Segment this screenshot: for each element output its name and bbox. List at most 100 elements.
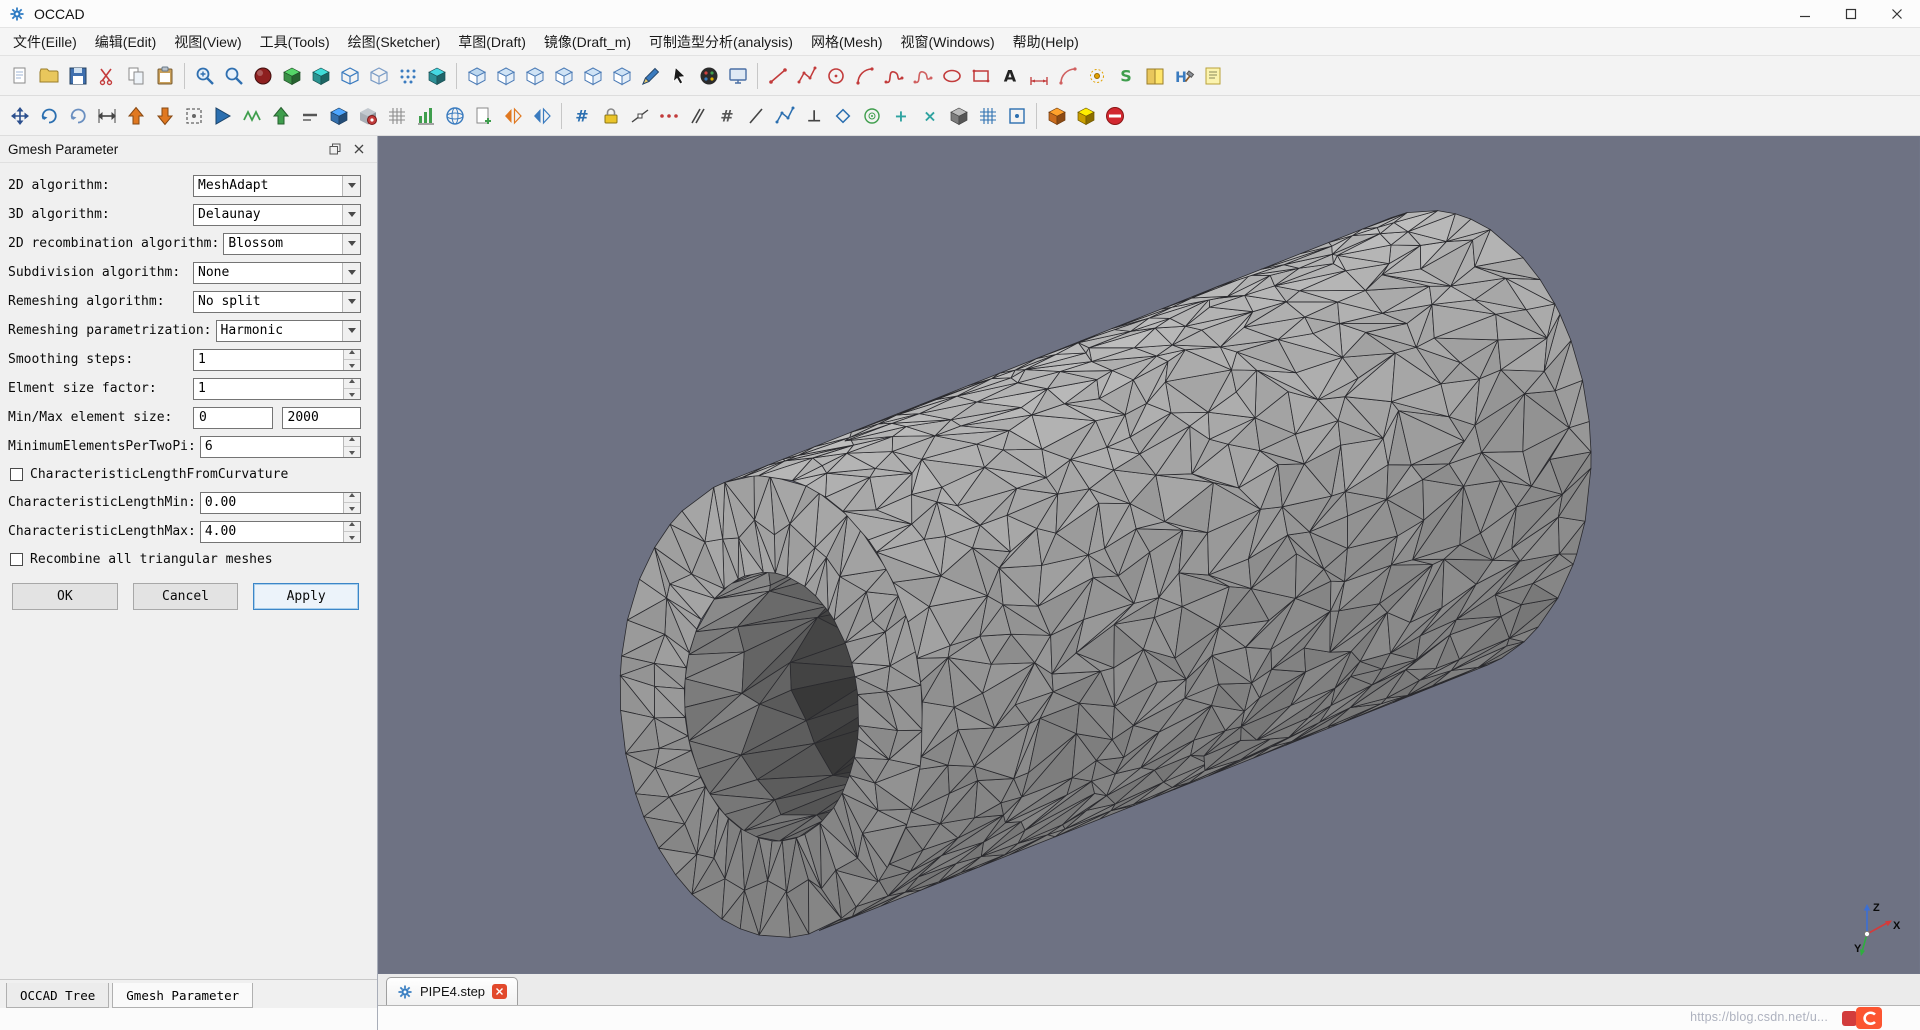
view-bottom-icon[interactable] xyxy=(607,61,636,91)
snap-perpendicular-icon[interactable]: ⊥ xyxy=(799,101,828,131)
menu-item-draft-m[interactable]: 镜像(Draft_m) xyxy=(535,29,640,55)
algorithm-3d-combo[interactable]: Delaunay xyxy=(193,203,361,226)
snap-angle-icon[interactable] xyxy=(770,101,799,131)
snap-midpoint-icon[interactable] xyxy=(654,101,683,131)
draw-polyline-icon[interactable] xyxy=(792,61,821,91)
min-max-element-size-max-input[interactable]: 2000 xyxy=(281,406,361,429)
recombination-2d-combo[interactable]: Blossom xyxy=(223,232,361,255)
minimize-button[interactable] xyxy=(1782,0,1828,27)
bspline-icon[interactable]: S xyxy=(1111,61,1140,91)
3d-viewport[interactable]: Z X Y xyxy=(378,136,1920,974)
ok-button[interactable]: OK xyxy=(12,583,118,610)
solid-view-icon[interactable] xyxy=(277,61,306,91)
close-button[interactable] xyxy=(1874,0,1920,27)
draw-rectangle-icon[interactable] xyxy=(966,61,995,91)
scale-icon[interactable] xyxy=(498,101,527,131)
ruled-surface-icon[interactable] xyxy=(237,101,266,131)
view-front-icon[interactable] xyxy=(491,61,520,91)
new-file-icon[interactable] xyxy=(5,61,34,91)
minimum-elements-per-two-pi-spin-down-icon[interactable] xyxy=(344,446,360,457)
open-file-icon[interactable] xyxy=(34,61,63,91)
section-cut-icon[interactable] xyxy=(636,61,665,91)
downgrade-icon[interactable] xyxy=(295,101,324,131)
menu-item-analysis[interactable]: 可制造型分析(analysis) xyxy=(640,29,802,55)
upgrade-icon[interactable] xyxy=(266,101,295,131)
snap-special-icon[interactable] xyxy=(828,101,857,131)
minimum-elements-per-two-pi-spinbox[interactable]: 6 xyxy=(199,435,361,458)
dimension-angle-icon[interactable] xyxy=(1053,61,1082,91)
paste-icon[interactable] xyxy=(150,61,179,91)
view-left-icon[interactable] xyxy=(578,61,607,91)
menu-item-sketcher[interactable]: 绘图(Sketcher) xyxy=(339,29,450,55)
close-panel-button[interactable] xyxy=(349,139,369,159)
snap-parallel-icon[interactable] xyxy=(683,101,712,131)
select-arrow-icon[interactable] xyxy=(665,61,694,91)
mesh-export-icon[interactable] xyxy=(1042,101,1071,131)
snap-grid-icon[interactable]: # xyxy=(567,101,596,131)
snap-extension-icon[interactable] xyxy=(741,101,770,131)
view-isometric-icon[interactable] xyxy=(462,61,491,91)
characteristic-length-min-spin-up-icon[interactable] xyxy=(344,492,360,502)
draw-point-icon[interactable] xyxy=(1082,61,1111,91)
rotate-right-icon[interactable] xyxy=(63,101,92,131)
mirror-icon[interactable] xyxy=(208,101,237,131)
menu-item-tools[interactable]: 工具(Tools) xyxy=(251,29,339,55)
mesh-view-icon[interactable] xyxy=(422,61,451,91)
snap-grid2-icon[interactable]: # xyxy=(712,101,741,131)
menu-item-edit[interactable]: 编辑(Edit) xyxy=(86,29,165,55)
algorithm-3d-dropdown-arrow-icon[interactable] xyxy=(342,204,360,225)
menu-item-help[interactable]: 帮助(Help) xyxy=(1004,29,1088,55)
algorithm-2d-dropdown-arrow-icon[interactable] xyxy=(342,175,360,196)
evaluate-mesh-icon[interactable] xyxy=(411,101,440,131)
characteristic-length-from-curvature-checkbox[interactable] xyxy=(10,468,23,481)
add-document-icon[interactable] xyxy=(469,101,498,131)
cut-icon[interactable] xyxy=(92,61,121,91)
minimum-elements-per-two-pi-spin-up-icon[interactable] xyxy=(344,436,360,446)
algorithm-2d-combo[interactable]: MeshAdapt xyxy=(193,174,361,197)
wireframe-view-icon[interactable] xyxy=(335,61,364,91)
draw-arc-icon[interactable] xyxy=(850,61,879,91)
copy-icon[interactable] xyxy=(121,61,150,91)
subdivision-algorithm-dropdown-arrow-icon[interactable] xyxy=(342,262,360,283)
draw-spline-icon[interactable] xyxy=(879,61,908,91)
min-max-element-size-min-input[interactable]: 0 xyxy=(193,406,273,429)
table-icon[interactable] xyxy=(382,101,411,131)
sphere-mesh-icon[interactable] xyxy=(440,101,469,131)
gmesh-parameter-tab[interactable]: Gmesh Parameter xyxy=(112,983,254,1008)
save-file-icon[interactable] xyxy=(63,61,92,91)
subdivision-algorithm-combo[interactable]: None xyxy=(193,261,361,284)
document-tab[interactable]: PIPE4.step xyxy=(386,977,519,1005)
menu-item-windows[interactable]: 视窗(Windows) xyxy=(892,29,1004,55)
menu-item-draft[interactable]: 草图(Draft) xyxy=(449,29,535,55)
color-palette-icon[interactable] xyxy=(694,61,723,91)
remeshing-algorithm-combo[interactable]: No split xyxy=(193,290,361,313)
remeshing-parametrization-dropdown-arrow-icon[interactable] xyxy=(342,320,360,341)
annotation-icon[interactable] xyxy=(1198,61,1227,91)
view-right-icon[interactable] xyxy=(549,61,578,91)
dimension-grid-icon[interactable] xyxy=(973,101,1002,131)
menu-item-mesh[interactable]: 网格(Mesh) xyxy=(802,29,892,55)
snap-near-icon[interactable]: × xyxy=(915,101,944,131)
element-size-factor-spin-up-icon[interactable] xyxy=(344,378,360,388)
shaded-view-icon[interactable] xyxy=(306,61,335,91)
working-plane-icon[interactable] xyxy=(944,101,973,131)
draw-text-icon[interactable]: A xyxy=(995,61,1024,91)
document-tab-close-icon[interactable] xyxy=(492,984,508,999)
toggle-grid-icon[interactable] xyxy=(1002,101,1031,131)
characteristic-length-max-spin-up-icon[interactable] xyxy=(344,521,360,531)
menu-item-view[interactable]: 视图(View) xyxy=(165,29,250,55)
fit-selection-icon[interactable] xyxy=(179,101,208,131)
recombine-all-triangular-meshes-checkbox[interactable] xyxy=(10,553,23,566)
points-view-icon[interactable] xyxy=(393,61,422,91)
move-up-icon[interactable] xyxy=(121,101,150,131)
element-size-factor-spinbox[interactable]: 1 xyxy=(193,377,361,400)
view-top-icon[interactable] xyxy=(520,61,549,91)
dimension-icon[interactable] xyxy=(1024,61,1053,91)
rotate-left-icon[interactable] xyxy=(34,101,63,131)
sketch-sheet-icon[interactable] xyxy=(1140,61,1169,91)
draw-ellipse-icon[interactable] xyxy=(937,61,966,91)
maximize-button[interactable] xyxy=(1828,0,1874,27)
draw-line-icon[interactable] xyxy=(763,61,792,91)
stop-operation-icon[interactable] xyxy=(1100,101,1129,131)
characteristic-length-min-spinbox[interactable]: 0.00 xyxy=(199,491,361,514)
